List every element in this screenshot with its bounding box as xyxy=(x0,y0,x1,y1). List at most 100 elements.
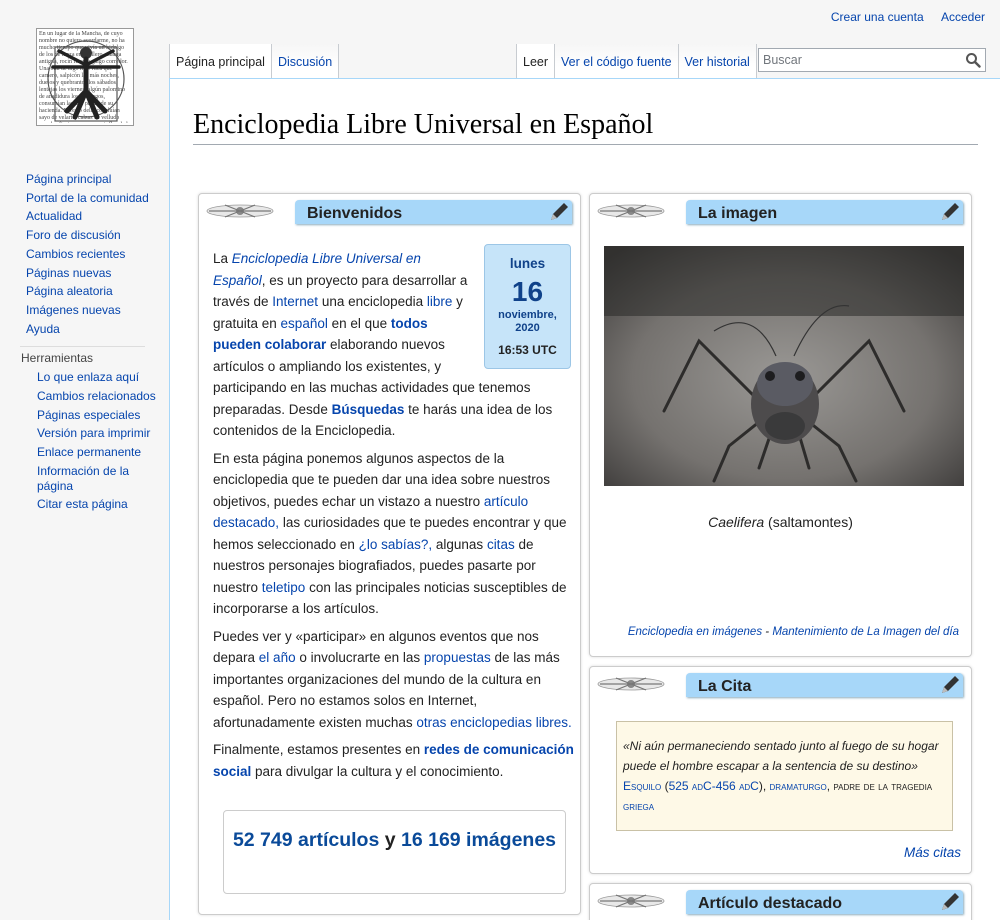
personal-tools: Crear una cuenta Acceder xyxy=(817,10,985,24)
tool-special-pages[interactable]: Páginas especiales xyxy=(0,406,165,425)
vitruvian-emblem-icon xyxy=(206,204,274,218)
vitruvian-emblem-icon xyxy=(597,894,665,908)
page-title: Enciclopedia Libre Universal en Español xyxy=(193,109,978,145)
text: una enciclopedia xyxy=(318,294,427,309)
link-separator: - xyxy=(762,626,773,638)
sidebar-navigation: Página principal Portal de la comunidad … xyxy=(0,170,165,338)
text: La xyxy=(213,251,232,266)
welcome-heading: Bienvenidos xyxy=(307,205,403,222)
image-box-header: La imagen xyxy=(590,200,971,224)
search-icon[interactable] xyxy=(965,52,981,68)
author-link[interactable]: Esquilo xyxy=(623,779,661,793)
sidebar-item-help[interactable]: Ayuda xyxy=(0,320,165,339)
image-caption: Caelifera (saltamontes) xyxy=(590,514,971,530)
date-weekday: lunes xyxy=(509,256,546,271)
other-encyclopedias-link[interactable]: otras enciclopedias libres. xyxy=(416,715,571,730)
view-tabs: Leer Ver el código fuente Ver historial xyxy=(516,44,757,78)
login-link[interactable]: Acceder xyxy=(941,10,985,24)
image-count-link[interactable]: 16 169 imágenes xyxy=(401,829,556,851)
sidebar-item-main-page[interactable]: Página principal xyxy=(0,170,165,189)
espanol-link[interactable]: español xyxy=(281,316,328,331)
internet-link[interactable]: Internet xyxy=(272,294,318,309)
text: ), xyxy=(758,779,770,793)
featured-article-box: Artículo destacado xyxy=(589,883,972,920)
sidebar-item-new-pages[interactable]: Páginas nuevas xyxy=(0,264,165,283)
sidebar-item-random-page[interactable]: Página aleatoria xyxy=(0,282,165,301)
teletype-link[interactable]: teletipo xyxy=(262,580,306,595)
quote-content: «Ni aún permaneciendo sentado junto al f… xyxy=(616,721,953,831)
image-footer-links: Enciclopedia en imágenes - Mantenimiento… xyxy=(628,626,959,638)
pencil-edit-icon[interactable] xyxy=(939,674,961,696)
encyclopedia-in-images-link[interactable]: Enciclopedia en imágenes xyxy=(628,626,762,638)
tool-permanent-link[interactable]: Enlace permanente xyxy=(0,443,165,462)
date-month-year: noviembre, 2020 xyxy=(498,308,557,334)
search-input[interactable] xyxy=(759,49,959,71)
image-maintenance-link[interactable]: Mantenimiento de La Imagen del día xyxy=(772,626,959,638)
date-day: 16 xyxy=(511,275,544,307)
quotes-link[interactable]: citas xyxy=(487,537,515,552)
pencil-edit-icon[interactable] xyxy=(548,201,570,223)
quote-header-bar: La Cita xyxy=(686,673,963,697)
article-count-link[interactable]: 52 749 artículos xyxy=(233,829,379,851)
sidebar: Página principal Portal de la comunidad … xyxy=(0,170,165,514)
sidebar-item-discussion-forum[interactable]: Foro de discusión xyxy=(0,226,165,245)
stats-conjunction: y xyxy=(384,829,396,851)
tool-cite-page[interactable]: Citar esta página xyxy=(0,495,165,514)
sidebar-item-recent-changes[interactable]: Cambios recientes xyxy=(0,245,165,264)
caption-common-name: (saltamontes) xyxy=(764,514,853,530)
date-time: 16:53 UTC xyxy=(498,342,557,357)
more-quotes-link[interactable]: Más citas xyxy=(904,845,961,860)
site-logo[interactable]: En un lugar de la Mancha, de cuyo nombre… xyxy=(36,28,134,126)
welcome-box-header: Bienvenidos xyxy=(199,200,580,224)
text: o involucrarte en las xyxy=(295,650,424,665)
tab-main-page[interactable]: Página principal xyxy=(169,44,272,78)
quote-heading: La Cita xyxy=(698,678,752,695)
quote-text: «Ni aún permaneciendo sentado junto al f… xyxy=(623,739,939,773)
quote-box-header: La Cita xyxy=(590,673,971,697)
tool-related-changes[interactable]: Cambios relacionados xyxy=(0,387,165,406)
welcome-paragraph-4: Finalmente, estamos presentes en redes d… xyxy=(213,739,575,782)
welcome-header-bar: Bienvenidos xyxy=(295,200,572,224)
tool-printable-version[interactable]: Versión para imprimir xyxy=(0,424,165,443)
namespace-tabs: Página principal Discusión xyxy=(169,44,340,78)
date-box: lunes 16 noviembre, 2020 16:53 UTC xyxy=(484,244,571,369)
tab-view-history[interactable]: Ver historial xyxy=(678,44,757,78)
featured-header-bar: Artículo destacado xyxy=(686,890,963,914)
welcome-paragraph-2: En esta página ponemos algunos aspectos … xyxy=(213,448,575,620)
create-account-link[interactable]: Crear una cuenta xyxy=(831,10,924,24)
image-header-bar: La imagen xyxy=(686,200,963,224)
sidebar-item-current-events[interactable]: Actualidad xyxy=(0,207,165,226)
tools-menu: Lo que enlaza aquí Cambios relacionados … xyxy=(0,368,165,514)
searches-link[interactable]: Búsquedas xyxy=(332,402,405,417)
vitruvian-man-icon xyxy=(47,40,125,122)
tab-read[interactable]: Leer xyxy=(516,44,556,78)
tools-heading: Herramientas xyxy=(21,351,94,366)
sidebar-item-community-portal[interactable]: Portal de la comunidad xyxy=(0,189,165,208)
libre-link[interactable]: libre xyxy=(427,294,453,309)
text: , padre de la tragedia xyxy=(826,779,933,793)
caption-species: Caelifera xyxy=(708,514,765,530)
greek-link[interactable]: griega xyxy=(623,799,654,813)
vitruvian-emblem-icon xyxy=(597,677,665,691)
pencil-edit-icon[interactable] xyxy=(939,891,961,913)
text: para divulgar la cultura y el conocimien… xyxy=(251,763,504,779)
the-year-link[interactable]: el año xyxy=(259,650,296,665)
image-of-day-box: La imagen Caelifera (saltamontes) Encicl… xyxy=(589,193,972,657)
quote-box: La Cita «Ni aún permaneciendo sentado ju… xyxy=(589,666,972,874)
dramatist-link[interactable]: dramaturgo xyxy=(770,779,827,793)
text: en el que xyxy=(327,315,391,331)
search-box xyxy=(758,48,986,72)
sidebar-item-new-images[interactable]: Imágenes nuevas xyxy=(0,301,165,320)
pencil-edit-icon[interactable] xyxy=(939,201,961,223)
did-you-know-link[interactable]: ¿lo sabías?, xyxy=(359,537,433,552)
years-link[interactable]: 525 adC-456 adC xyxy=(669,779,759,793)
proposals-link[interactable]: propuestas xyxy=(424,650,491,665)
tool-what-links-here[interactable]: Lo que enlaza aquí xyxy=(0,368,165,387)
grasshopper-photo[interactable] xyxy=(604,246,964,486)
tool-page-information[interactable]: Información de la página xyxy=(0,462,165,495)
tab-view-source[interactable]: Ver el código fuente xyxy=(555,44,679,78)
welcome-text: lunes 16 noviembre, 2020 16:53 UTC La En… xyxy=(213,244,575,788)
tab-discussion[interactable]: Discusión xyxy=(271,44,340,78)
vitruvian-emblem-icon xyxy=(597,204,665,218)
quote-attribution: Esquilo (525 adC-456 adC), dramaturgo, p… xyxy=(623,776,946,816)
